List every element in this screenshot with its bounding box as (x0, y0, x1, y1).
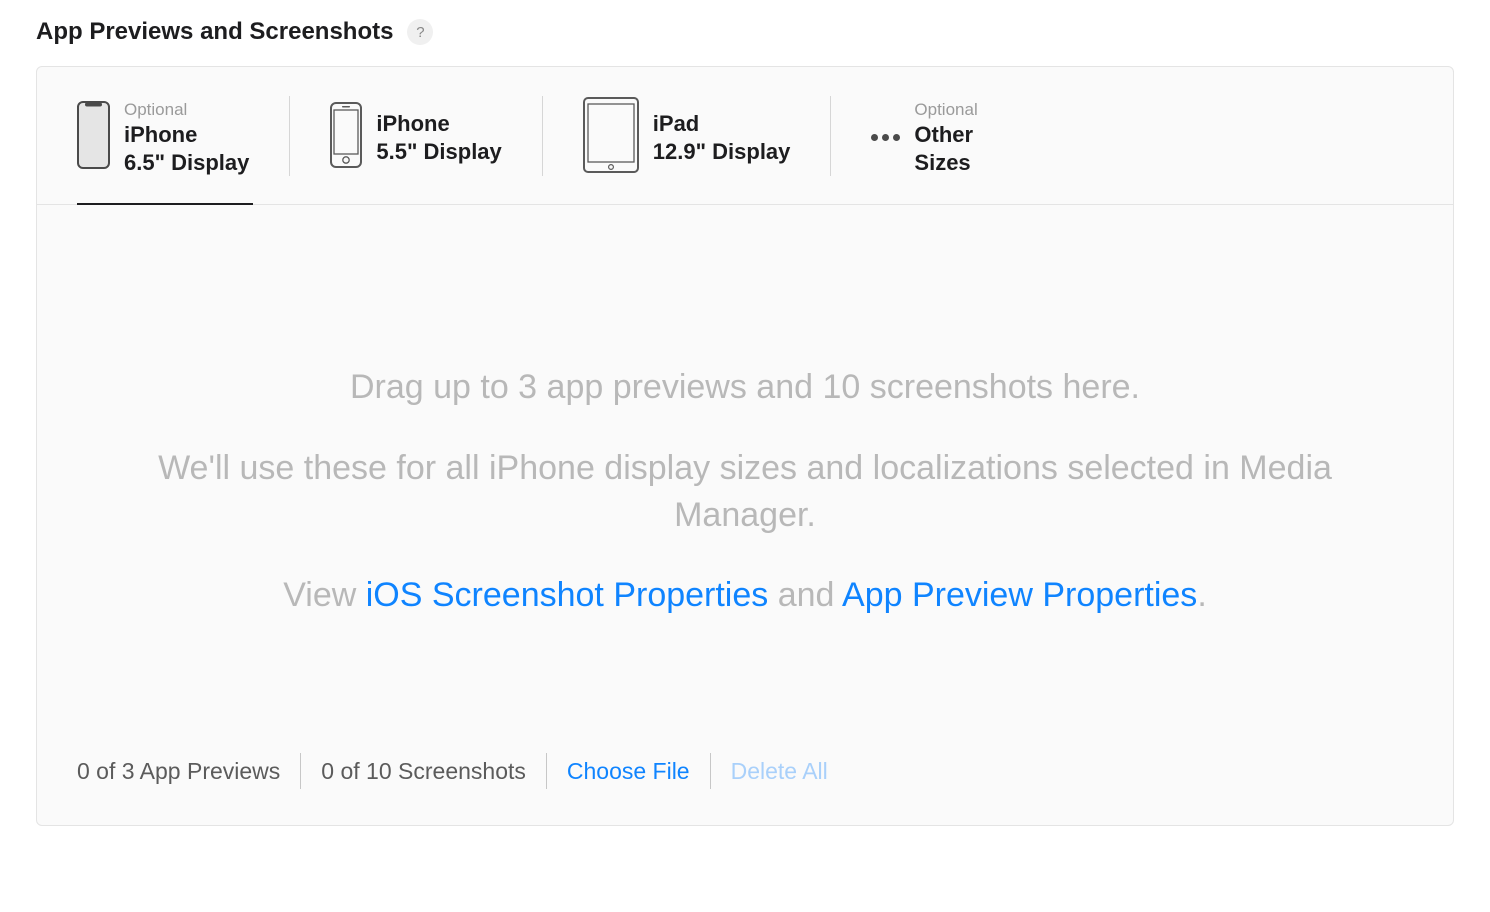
tab-display-size: 12.9" Display (653, 138, 791, 166)
dropzone-instruction-1: Drag up to 3 app previews and 10 screens… (97, 365, 1393, 411)
tab-display-size: 6.5" Display (124, 149, 249, 177)
tab-separator (542, 96, 543, 176)
ipad-icon (583, 97, 639, 178)
tab-separator (289, 96, 290, 176)
tab-iphone-5-5[interactable]: iPhone 5.5" Display (330, 87, 501, 204)
ios-screenshot-properties-link[interactable]: iOS Screenshot Properties (366, 576, 769, 614)
app-previews-count: 0 of 3 App Previews (77, 758, 280, 785)
section-title: App Previews and Screenshots (36, 18, 393, 46)
view-prefix: View (283, 576, 366, 614)
previews-card: Optional iPhone 6.5" Display iPhone 5.5"… (36, 66, 1454, 826)
tab-iphone-6-5[interactable]: Optional iPhone 6.5" Display (77, 87, 249, 204)
tab-optional-label: Optional (124, 99, 249, 121)
tab-ipad-12-9[interactable]: iPad 12.9" Display (583, 87, 791, 204)
footer: 0 of 3 App Previews 0 of 10 Screenshots … (37, 725, 1453, 825)
footer-separator (300, 753, 301, 789)
choose-file-link[interactable]: Choose File (567, 758, 690, 785)
tab-other-sizes[interactable]: Optional Other Sizes (871, 87, 977, 204)
and-text: and (768, 576, 842, 614)
dropzone[interactable]: Drag up to 3 app previews and 10 screens… (37, 205, 1453, 680)
footer-separator (710, 753, 711, 789)
tab-device-name: iPhone (376, 110, 501, 138)
tab-display-size: 5.5" Display (376, 138, 501, 166)
app-preview-properties-link[interactable]: App Preview Properties (842, 576, 1197, 614)
screenshots-count: 0 of 10 Screenshots (321, 758, 526, 785)
period: . (1197, 576, 1206, 614)
iphone-large-icon (77, 101, 110, 174)
tab-separator (830, 96, 831, 176)
device-tabs: Optional iPhone 6.5" Display iPhone 5.5"… (37, 67, 1453, 205)
tab-other-line1: Other (914, 121, 977, 149)
footer-separator (546, 753, 547, 789)
tab-text: iPhone 5.5" Display (376, 110, 501, 165)
iphone-small-icon (330, 102, 362, 173)
dropzone-links-line: View iOS Screenshot Properties and App P… (97, 572, 1393, 620)
tab-device-name: iPhone (124, 121, 249, 149)
section-header: App Previews and Screenshots ? (36, 18, 1454, 46)
delete-all-link[interactable]: Delete All (731, 758, 828, 785)
dropzone-wrap: Drag up to 3 app previews and 10 screens… (37, 205, 1453, 825)
tab-text: Optional iPhone 6.5" Display (124, 99, 249, 176)
more-icon (871, 134, 900, 141)
tab-other-line2: Sizes (914, 149, 977, 177)
dropzone-instruction-2: We'll use these for all iPhone display s… (97, 445, 1393, 540)
tab-optional-label: Optional (914, 99, 977, 121)
tab-device-name: iPad (653, 110, 791, 138)
tab-text: iPad 12.9" Display (653, 110, 791, 165)
help-icon[interactable]: ? (407, 19, 433, 45)
tab-text: Optional Other Sizes (914, 99, 977, 176)
